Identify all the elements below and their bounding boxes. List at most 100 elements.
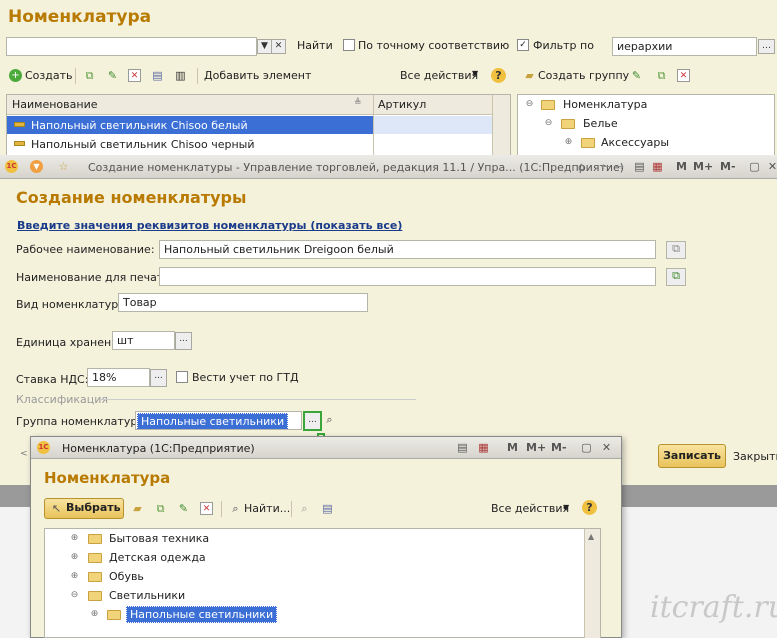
all-actions-button[interactable]: Все действия <box>491 502 569 515</box>
app-logo-icon: 1С <box>5 160 18 173</box>
expand-icon[interactable]: ⊕ <box>564 138 573 147</box>
create-group-icon[interactable]: ▰ <box>131 502 144 515</box>
selected-row-article-cell <box>374 116 492 134</box>
unit-field[interactable]: шт <box>112 331 175 350</box>
scrollbar[interactable] <box>584 529 600 638</box>
filter-select-button[interactable]: … <box>758 39 775 54</box>
expand-icon[interactable]: ⊕ <box>90 610 99 619</box>
delete-icon[interactable]: ✕ <box>128 69 141 82</box>
vat-select-button[interactable]: ... <box>150 369 167 387</box>
create-button[interactable]: Создать <box>25 69 73 82</box>
calendar-icon[interactable]: ▦ <box>651 160 664 173</box>
list-icon[interactable]: ▤ <box>633 160 646 173</box>
filter-input[interactable]: иерархии <box>612 37 757 56</box>
tree-item[interactable]: Бытовая техника <box>109 532 209 545</box>
copy-icon[interactable]: ⧉ <box>83 69 96 82</box>
search-input[interactable] <box>6 37 257 56</box>
clear-button[interactable]: ✕ <box>271 39 286 54</box>
close-button[interactable]: Закрыть <box>733 450 777 463</box>
tree-item[interactable]: Белье <box>583 117 618 130</box>
dropdown-button[interactable]: ▼ <box>257 39 272 54</box>
calendar-icon[interactable]: ▦ <box>477 441 490 454</box>
tree-item-selected[interactable]: Напольные светильники <box>126 606 278 623</box>
tree-folder-icon <box>581 136 600 149</box>
m-button[interactable]: M <box>676 160 687 173</box>
list-icon[interactable]: ▤ <box>321 502 334 515</box>
back-icon[interactable]: ← <box>599 160 612 173</box>
add-element-button[interactable]: Добавить элемент <box>204 69 311 82</box>
chevron-down-icon[interactable]: ▼ <box>563 503 569 512</box>
m-minus-button[interactable]: M- <box>551 441 567 454</box>
find-button[interactable]: Найти <box>297 39 333 52</box>
list-icon[interactable]: ▤ <box>456 441 469 454</box>
menu-icon[interactable]: ▼ <box>30 160 43 173</box>
create-icon[interactable]: + <box>9 69 22 82</box>
toolbar-separator <box>75 68 76 84</box>
all-actions-button[interactable]: Все действия <box>400 69 478 82</box>
help-icon[interactable]: ? <box>491 68 506 83</box>
work-name-field[interactable]: Напольный светильник Dreigoon белый <box>159 240 656 259</box>
edit-group-icon[interactable]: ✎ <box>630 69 643 82</box>
vat-field[interactable]: 18% <box>87 368 150 387</box>
edit-icon[interactable]: ✎ <box>106 69 119 82</box>
tree-item[interactable]: Светильники <box>109 589 185 602</box>
restore-icon[interactable]: ▢ <box>748 160 761 173</box>
tree-item[interactable]: Обувь <box>109 570 144 583</box>
collapse-icon[interactable]: ⊖ <box>544 119 553 128</box>
gtd-checkbox[interactable] <box>176 371 188 383</box>
expand-icon[interactable]: ⊕ <box>70 553 79 562</box>
delete-icon[interactable]: ✕ <box>200 502 213 515</box>
close-icon[interactable]: ✕ <box>766 160 777 173</box>
group-select-button[interactable]: ... <box>303 411 322 431</box>
search-icon[interactable]: ⌕ <box>323 413 336 426</box>
create-group-icon[interactable]: ▰ <box>523 69 536 82</box>
column-article-header[interactable]: Артикул <box>378 98 426 111</box>
edit-icon[interactable]: ✎ <box>177 502 190 515</box>
tree-folder-icon <box>88 570 107 583</box>
unit-select-button[interactable]: ... <box>175 332 192 350</box>
list-icon[interactable]: ▤ <box>151 69 164 82</box>
table-row[interactable]: Напольный светильник Chisoo черный <box>31 138 255 151</box>
collapse-icon[interactable]: ⊖ <box>70 591 79 600</box>
tree-item[interactable]: Детская одежда <box>109 551 206 564</box>
help-icon[interactable]: ? <box>582 500 597 515</box>
find-button[interactable]: Найти... <box>244 502 290 515</box>
save-button[interactable]: Записать <box>658 444 726 468</box>
m-plus-button[interactable]: M+ <box>693 160 713 173</box>
m-plus-button[interactable]: M+ <box>526 441 546 454</box>
expand-icon[interactable]: ⊕ <box>70 534 79 543</box>
table-row[interactable]: Напольный светильник Chisoo белый <box>31 119 248 132</box>
m-button[interactable]: M <box>507 441 518 454</box>
restore-icon[interactable]: ▢ <box>580 441 593 454</box>
copy-group-icon[interactable]: ⧉ <box>655 69 668 82</box>
print-name-field[interactable] <box>159 267 656 286</box>
m-minus-button[interactable]: M- <box>720 160 736 173</box>
exact-match-checkbox[interactable] <box>343 39 355 51</box>
kind-field[interactable]: Товар <box>118 293 368 312</box>
search-icon[interactable]: ⌕ <box>229 502 242 515</box>
collapse-icon[interactable]: ⊖ <box>525 100 534 109</box>
tree-item[interactable]: Номенклатура <box>563 98 647 111</box>
home-icon[interactable]: ⌂ <box>575 160 588 173</box>
filter-checkbox[interactable]: ✓ <box>517 39 529 51</box>
star-icon[interactable]: ☆ <box>57 160 70 173</box>
delete-group-icon[interactable]: ✕ <box>677 69 690 82</box>
group-field[interactable]: Напольные светильники <box>135 411 302 430</box>
column-name-header[interactable]: Наименование <box>12 98 97 111</box>
filter-icon[interactable]: ⌕ <box>298 502 311 515</box>
forward-icon[interactable]: → <box>613 160 626 173</box>
copy-icon[interactable]: ⧉ <box>154 502 167 515</box>
hint-link[interactable]: Введите значения реквизитов номенклатуры… <box>17 219 402 232</box>
fill-name-icon[interactable]: ⧉ <box>666 268 686 286</box>
expand-icon[interactable]: ⊕ <box>70 572 79 581</box>
barcode-icon[interactable]: ▥ <box>174 69 187 82</box>
tree-item[interactable]: Аксессуары <box>601 136 669 149</box>
scrollbar[interactable] <box>492 95 510 155</box>
toolbar-separator <box>291 501 292 517</box>
close-icon[interactable]: ✕ <box>600 441 613 454</box>
scroll-up-icon[interactable]: ▲ <box>588 532 594 541</box>
create-group-button[interactable]: Создать группу <box>538 69 629 82</box>
copy-name-icon[interactable]: ⧉ <box>666 241 686 259</box>
chevron-down-icon[interactable]: ▼ <box>472 69 478 78</box>
classification-divider <box>100 399 416 400</box>
